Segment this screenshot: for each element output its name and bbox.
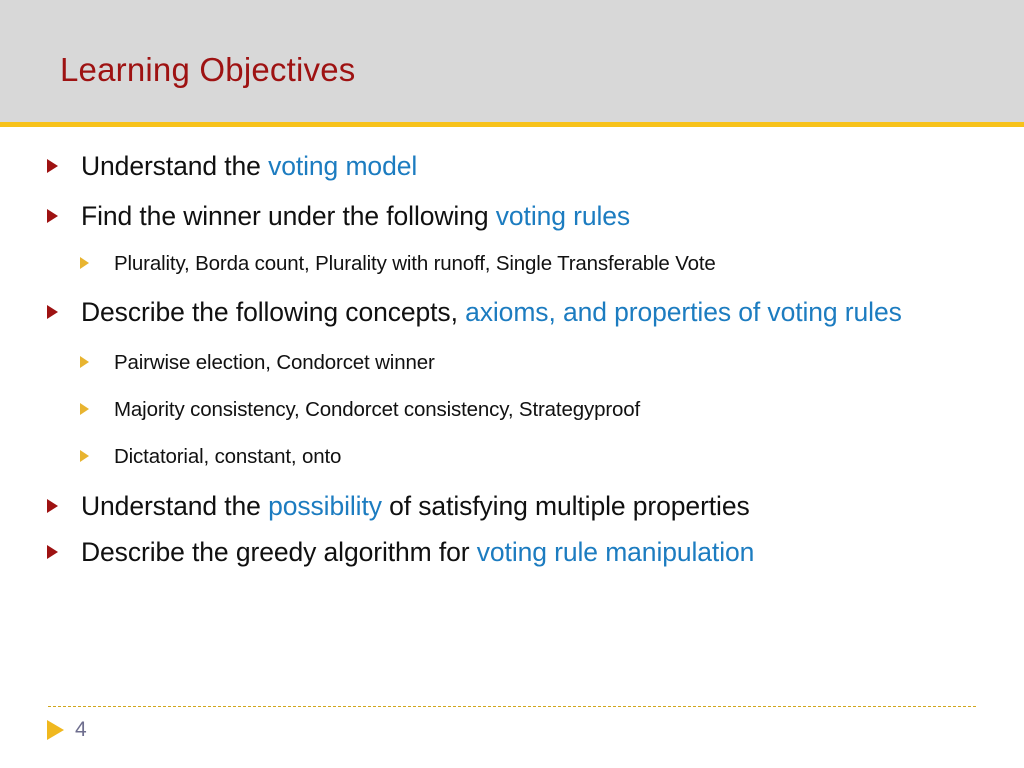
plain-phrase: Majority consistency, Condorcet consiste… xyxy=(114,398,641,421)
bullet-triangle-icon xyxy=(47,305,58,319)
highlighted-phrase: voting rules xyxy=(495,201,631,231)
bullet-item-level2: Majority consistency, Condorcet consiste… xyxy=(44,387,994,432)
bullet-triangle-icon xyxy=(47,209,58,223)
plain-phrase: Find the winner under the following xyxy=(81,201,496,231)
slide-number: 4 xyxy=(75,718,87,741)
bullet-text: Understand the possibility of satisfying… xyxy=(81,491,750,521)
bullet-item-level2: Pairwise election, Condorcet winner xyxy=(44,340,994,385)
bullet-text: Majority consistency, Condorcet consiste… xyxy=(114,398,640,421)
bullet-text: Find the winner under the following voti… xyxy=(81,201,630,231)
bullet-text: Dictatorial, constant, onto xyxy=(114,445,341,468)
bullet-text: Understand the voting model xyxy=(81,151,417,181)
bullet-text: Plurality, Borda count, Plurality with r… xyxy=(114,252,716,275)
highlighted-phrase: voting rule manipulation xyxy=(476,537,755,567)
bullet-list: Understand the voting model Find the winn… xyxy=(44,144,994,576)
slide-footer: 4 xyxy=(0,687,1024,768)
bullet-triangle-icon xyxy=(47,499,58,513)
slide-body: Understand the voting model Find the winn… xyxy=(0,127,1024,687)
page-title: Learning Objectives xyxy=(60,51,356,88)
sub-bullet-triangle-icon xyxy=(80,403,89,415)
bullet-item-level1: Find the winner under the following voti… xyxy=(44,194,994,238)
highlighted-phrase: axioms, and properties of voting rules xyxy=(465,297,902,327)
slide: Learning Objectives Understand the votin… xyxy=(0,0,1024,768)
plain-phrase: Describe the greedy algorithm for xyxy=(81,537,477,567)
plain-phrase: of satisfying multiple properties xyxy=(381,491,750,521)
bullet-item-level2: Plurality, Borda count, Plurality with r… xyxy=(44,241,994,286)
bullet-text: Describe the greedy algorithm for voting… xyxy=(81,537,754,567)
sub-bullet-triangle-icon xyxy=(80,450,89,462)
plain-phrase: Understand the xyxy=(81,151,269,181)
footer-triangle-icon xyxy=(47,720,64,740)
plain-phrase: Dictatorial, constant, onto xyxy=(114,445,342,468)
bullet-item-level1: Describe the following concepts, axioms,… xyxy=(44,290,994,334)
bullet-item-level1: Understand the voting model xyxy=(44,144,994,188)
highlighted-phrase: voting model xyxy=(268,151,418,181)
plain-phrase: Understand the xyxy=(81,491,269,521)
bullet-item-level1: Describe the greedy algorithm for voting… xyxy=(44,530,994,574)
plain-phrase: Plurality, Borda count, Plurality with r… xyxy=(114,252,716,275)
plain-phrase: Describe the following concepts, xyxy=(81,297,466,327)
bullet-item-level2: Dictatorial, constant, onto xyxy=(44,434,994,479)
sub-bullet-triangle-icon xyxy=(80,257,89,269)
footer-divider xyxy=(48,706,976,707)
bullet-text: Pairwise election, Condorcet winner xyxy=(114,351,435,374)
sub-bullet-triangle-icon xyxy=(80,356,89,368)
bullet-item-level1: Understand the possibility of satisfying… xyxy=(44,484,994,528)
bullet-triangle-icon xyxy=(47,159,58,173)
plain-phrase: Pairwise election, Condorcet winner xyxy=(114,351,435,374)
highlighted-phrase: possibility xyxy=(268,491,382,521)
bullet-triangle-icon xyxy=(47,545,58,559)
bullet-text: Describe the following concepts, axioms,… xyxy=(81,297,902,327)
